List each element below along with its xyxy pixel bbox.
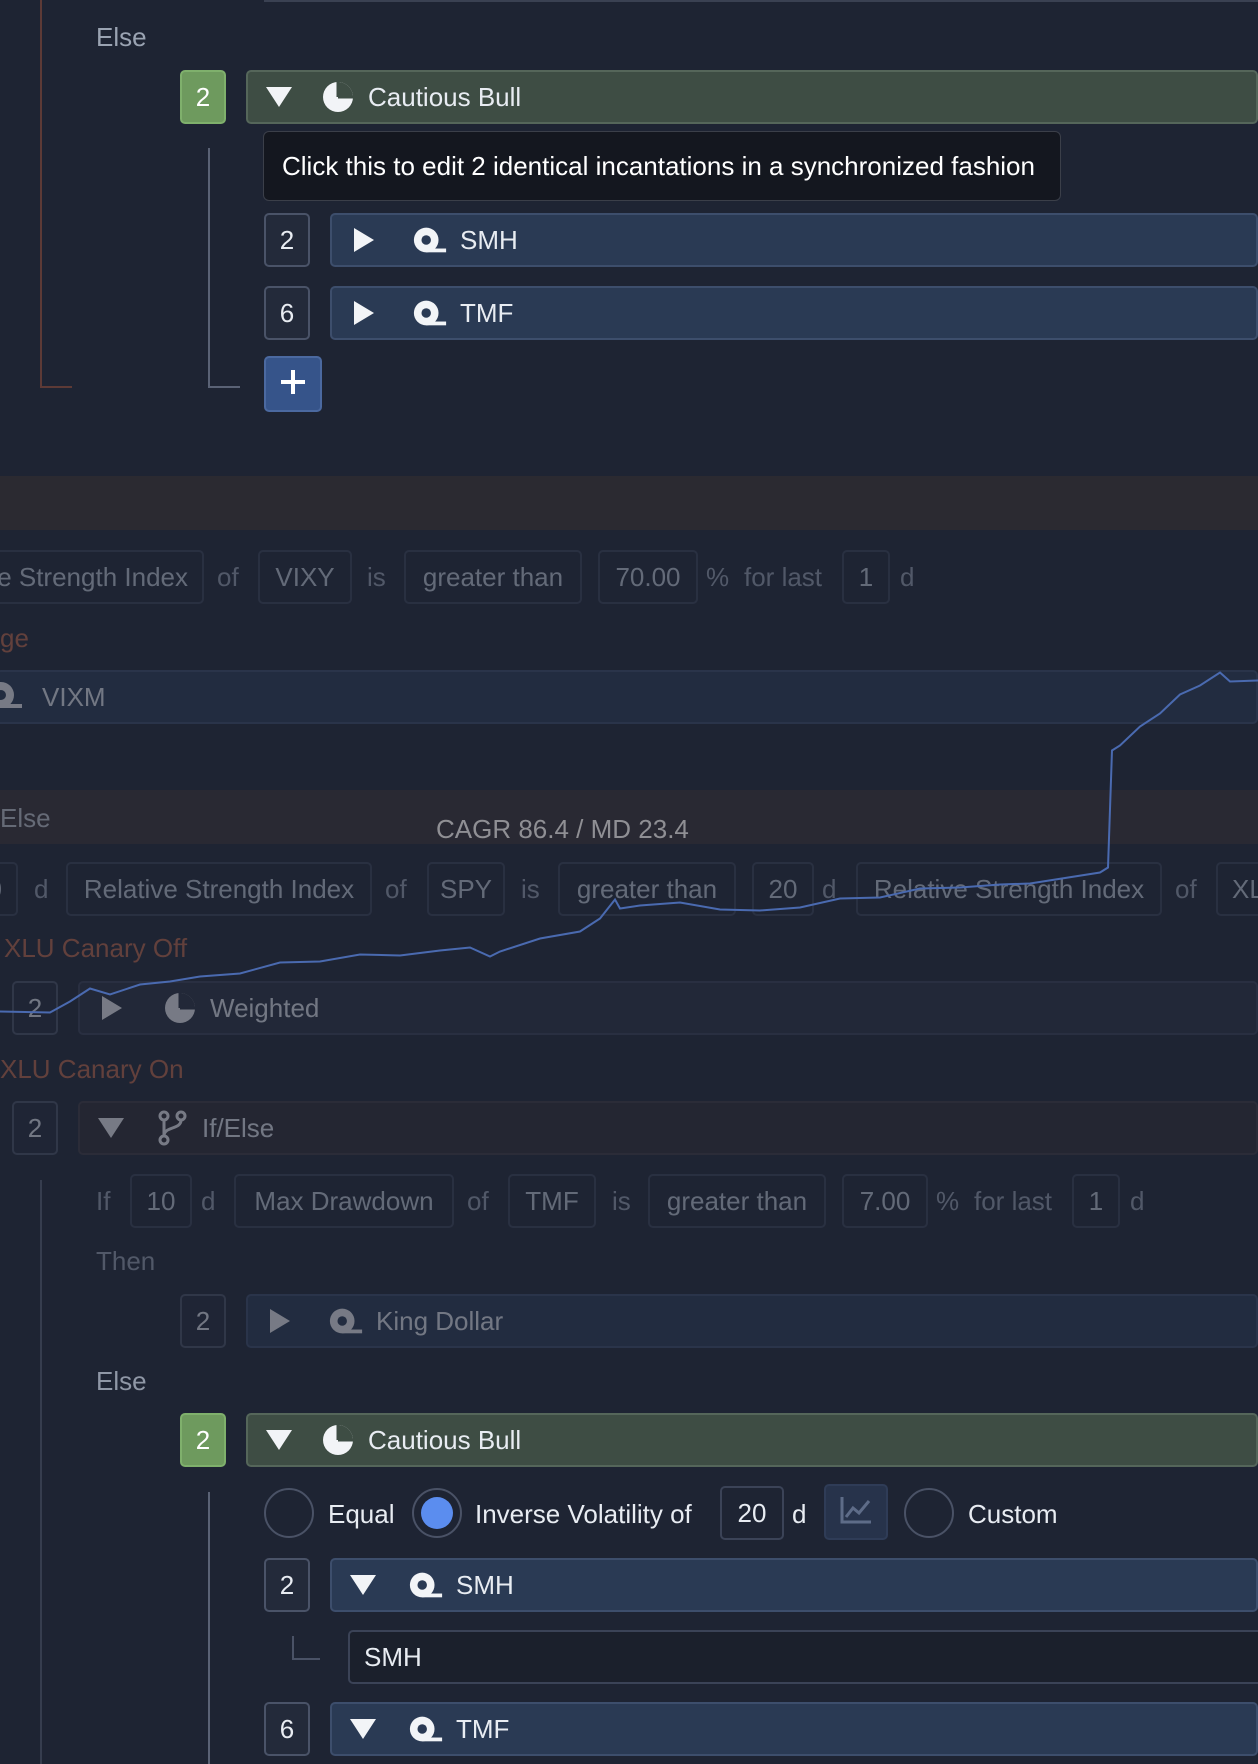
else-label: Else bbox=[96, 22, 147, 52]
radio-equal-label: Equal bbox=[328, 1499, 395, 1529]
pie-chart-icon bbox=[320, 79, 356, 115]
collapse-icon[interactable] bbox=[266, 1430, 292, 1450]
asset-target-icon bbox=[408, 1567, 444, 1603]
asset-row-tmf[interactable]: TMF bbox=[330, 1702, 1258, 1756]
weight-badge[interactable]: 2 bbox=[264, 1558, 310, 1612]
expand-icon[interactable] bbox=[354, 228, 374, 252]
ticker-select[interactable]: VIXY bbox=[258, 550, 352, 604]
asset-row-tmf[interactable]: TMF bbox=[330, 286, 1258, 340]
group-name: Cautious Bull bbox=[368, 1424, 522, 1455]
indicator-select[interactable]: Max Drawdown bbox=[234, 1174, 454, 1228]
chart-cagr-label: CAGR 86.4 / MD 23.4 bbox=[436, 814, 689, 844]
chart-button[interactable] bbox=[824, 1484, 888, 1540]
plus-icon bbox=[279, 368, 307, 401]
add-button[interactable] bbox=[264, 356, 322, 412]
days-input[interactable]: 1 bbox=[842, 550, 890, 604]
is-label: is bbox=[367, 562, 386, 592]
percent-label: % bbox=[706, 562, 730, 592]
collapse-icon[interactable] bbox=[350, 1719, 376, 1739]
radio-inverse-volatility-label: Inverse Volatility of bbox=[475, 1499, 692, 1529]
value-input[interactable]: 70.00 bbox=[598, 550, 698, 604]
if-label: If bbox=[96, 1186, 111, 1216]
ticker-input-value: SMH bbox=[364, 1642, 422, 1672]
else-label: Else bbox=[96, 1366, 147, 1396]
tree-line bbox=[208, 386, 240, 388]
tree-line bbox=[40, 0, 42, 388]
chart-line-icon bbox=[839, 1495, 873, 1530]
days-input[interactable]: 10 bbox=[130, 1174, 192, 1228]
weight-badge[interactable]: 2 bbox=[264, 213, 310, 267]
group-name: Cautious Bull bbox=[368, 81, 522, 112]
tree-line bbox=[208, 1492, 210, 1764]
asset-target-icon bbox=[328, 1303, 364, 1339]
tree-line bbox=[40, 386, 72, 388]
group-name: King Dollar bbox=[376, 1305, 504, 1336]
indicator-select[interactable]: e Strength Index bbox=[0, 550, 204, 604]
asset-target-icon bbox=[412, 222, 448, 258]
ticker-select[interactable]: TMF bbox=[508, 1174, 596, 1228]
section-divider bbox=[0, 476, 1258, 530]
tree-line bbox=[40, 1180, 42, 1764]
top-border bbox=[264, 0, 1258, 2]
ticker-label: TMF bbox=[456, 1713, 510, 1744]
pie-chart-icon bbox=[320, 1422, 356, 1458]
weight-badge[interactable]: 2 bbox=[12, 1101, 58, 1155]
ticker-label: SMH bbox=[456, 1569, 514, 1600]
asset-target-icon bbox=[408, 1711, 444, 1747]
tree-line bbox=[292, 1658, 320, 1660]
comparator-select[interactable]: greater than bbox=[404, 550, 582, 604]
asset-row-smh[interactable]: SMH bbox=[330, 213, 1258, 267]
weight-badge[interactable]: 2 bbox=[180, 70, 226, 124]
asset-target-icon bbox=[412, 295, 448, 331]
tooltip: Click this to edit 2 identical incantati… bbox=[263, 131, 1061, 201]
radio-custom-label: Custom bbox=[968, 1499, 1058, 1529]
comparator-select[interactable]: greater than bbox=[648, 1174, 826, 1228]
ticker-label: TMF bbox=[460, 297, 514, 328]
ticker-label: SMH bbox=[460, 224, 518, 255]
group-header-ifelse[interactable]: If/Else bbox=[78, 1101, 1258, 1155]
collapse-icon[interactable] bbox=[266, 87, 292, 107]
branch-icon bbox=[154, 1110, 190, 1146]
radio-inverse-volatility[interactable] bbox=[412, 1488, 462, 1538]
group-name: If/Else bbox=[202, 1112, 275, 1143]
tooltip-text: Click this to edit 2 identical incantati… bbox=[282, 150, 1035, 181]
expand-icon[interactable] bbox=[354, 301, 374, 325]
weight-badge[interactable]: 2 bbox=[180, 1413, 226, 1467]
for-last-label: for last bbox=[974, 1186, 1053, 1216]
of-label: of bbox=[467, 1186, 489, 1216]
days-unit: d bbox=[792, 1499, 807, 1529]
is-label: is bbox=[612, 1186, 631, 1216]
tree-line bbox=[292, 1636, 294, 1660]
days-unit: d bbox=[1130, 1186, 1145, 1216]
radio-equal[interactable] bbox=[264, 1488, 314, 1538]
then-label: Then bbox=[96, 1246, 156, 1276]
branch-label: ge bbox=[0, 623, 29, 653]
collapse-icon[interactable] bbox=[350, 1575, 376, 1595]
percent-label: % bbox=[936, 1186, 960, 1216]
group-header-cautious-bull[interactable]: Cautious Bull bbox=[246, 70, 1258, 124]
weight-badge[interactable]: 6 bbox=[264, 286, 310, 340]
weight-badge[interactable]: 6 bbox=[264, 1702, 310, 1756]
value-input[interactable]: 7.00 bbox=[842, 1174, 928, 1228]
branch-label: XLU Canary On bbox=[0, 1054, 184, 1084]
group-header-cautious-bull[interactable]: Cautious Bull bbox=[246, 1413, 1258, 1467]
days-unit: d bbox=[900, 562, 915, 592]
weight-badge[interactable]: 2 bbox=[180, 1294, 226, 1348]
volatility-days-input[interactable]: 20 bbox=[720, 1486, 784, 1540]
ticker-search-input[interactable]: SMH bbox=[348, 1630, 1258, 1684]
days-input[interactable]: 1 bbox=[1072, 1174, 1120, 1228]
of-label: of bbox=[217, 562, 239, 592]
expand-icon[interactable] bbox=[270, 1309, 290, 1333]
group-header-king-dollar[interactable]: King Dollar bbox=[246, 1294, 1258, 1348]
days-unit: d bbox=[201, 1186, 216, 1216]
radio-custom[interactable] bbox=[904, 1488, 954, 1538]
asset-row-smh[interactable]: SMH bbox=[330, 1558, 1258, 1612]
collapse-icon[interactable] bbox=[98, 1118, 124, 1138]
for-last-label: for last bbox=[744, 562, 823, 592]
tree-line bbox=[208, 148, 210, 388]
